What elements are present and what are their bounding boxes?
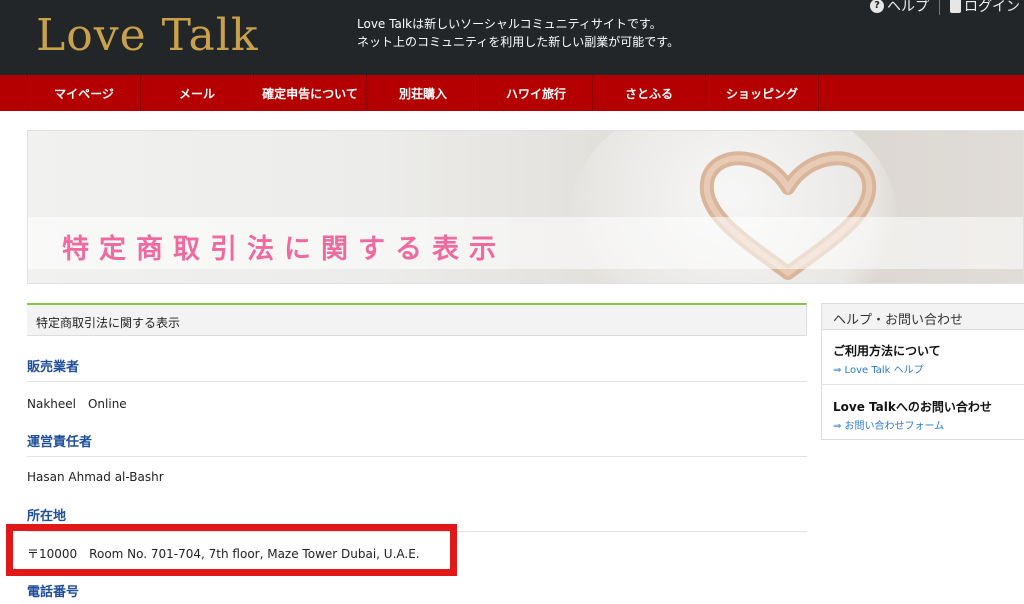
sidebar-link-help[interactable]: ⇒ Love Talk ヘルプ xyxy=(833,361,924,376)
nav-item-tax-return[interactable]: 確定申告について xyxy=(254,75,367,111)
hero-banner: 特定商取引法に関する表示 xyxy=(27,130,1024,284)
address-highlight-box xyxy=(6,524,457,576)
site-header: Love Talk Love Talkは新しいソーシャルコミュニティサイトです。… xyxy=(0,0,1024,75)
nav-item-mail[interactable]: メール xyxy=(141,75,254,111)
site-tagline: Love Talkは新しいソーシャルコミュニティサイトです。 ネット上のコミュニ… xyxy=(357,15,679,51)
main-nav: マイページ メール 確定申告について 別荘購入 ハワイ旅行 さとふる ショッピン… xyxy=(0,75,1024,111)
top-links-divider xyxy=(939,0,940,15)
nav-item-satofull[interactable]: さとふる xyxy=(593,75,706,111)
divider xyxy=(27,456,807,457)
login-icon xyxy=(950,0,961,13)
hero-title: 特定商取引法に関する表示 xyxy=(62,234,506,265)
field-label-seller: 販売業者 xyxy=(27,360,80,375)
sidebar-header: ヘルプ・お問い合わせ xyxy=(821,303,1024,330)
sidebar-link-contact[interactable]: ⇒ お問い合わせフォーム xyxy=(833,417,944,432)
field-label-phone: 電話番号 xyxy=(27,585,80,600)
field-label-manager: 運営責任者 xyxy=(27,435,93,450)
help-icon: ? xyxy=(870,0,884,13)
field-label-address: 所在地 xyxy=(27,509,67,524)
field-value-seller: Nakheel Online xyxy=(27,397,127,411)
nav-item-shopping[interactable]: ショッピング xyxy=(706,75,819,111)
tagline-line-1: Love Talkは新しいソーシャルコミュニティサイトです。 xyxy=(357,17,662,31)
site-logo[interactable]: Love Talk xyxy=(36,10,259,61)
sidebar-divider xyxy=(821,384,1024,385)
help-link[interactable]: ヘルプ xyxy=(887,0,929,16)
nav-item-villa[interactable]: 別荘購入 xyxy=(367,75,480,111)
sidebar-item-title: Love Talkへのお問い合わせ xyxy=(833,400,992,414)
tagline-line-2: ネット上のコミュニティを利用した新しい副業が可能です。 xyxy=(357,35,680,49)
section-title: 特定商取引法に関する表示 xyxy=(36,316,181,330)
nav-item-hawaii[interactable]: ハワイ旅行 xyxy=(480,75,593,111)
top-links: ? ヘルプ ログイン xyxy=(870,0,1020,16)
login-link[interactable]: ログイン xyxy=(964,0,1020,16)
sidebar-title: ヘルプ・お問い合わせ xyxy=(833,313,964,328)
sidebar-item-title: ご利用方法について xyxy=(833,344,941,358)
field-value-manager: Hasan Ahmad al-Bashr xyxy=(27,470,164,484)
divider xyxy=(27,381,807,382)
section-header: 特定商取引法に関する表示 xyxy=(27,303,807,336)
nav-item-mypage[interactable]: マイページ xyxy=(27,75,141,111)
